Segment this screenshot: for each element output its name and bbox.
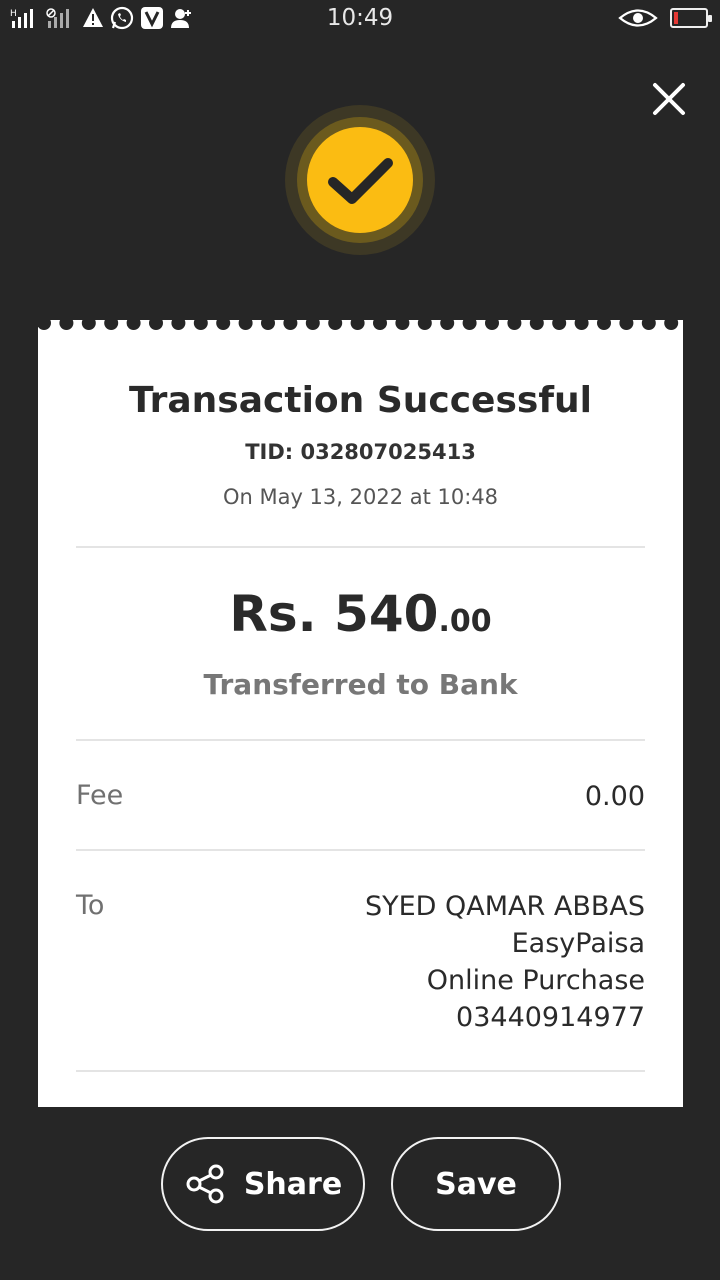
scallop-notch — [328, 320, 343, 330]
scallop-notch — [619, 320, 634, 330]
status-icons-right — [618, 7, 712, 29]
divider — [76, 1070, 645, 1072]
success-badge-core — [307, 127, 413, 233]
scallop-notch — [238, 320, 253, 330]
scallop-notch — [171, 320, 186, 330]
to-details: SYED QAMAR ABBAS EasyPaisa Online Purcha… — [365, 888, 645, 1036]
scallop-notch — [641, 320, 656, 330]
transaction-title: Transaction Successful — [129, 380, 592, 421]
divider — [76, 849, 645, 851]
success-badge — [285, 105, 435, 255]
checkmark-icon — [328, 158, 393, 204]
eye-icon — [618, 9, 658, 27]
scallop-notch — [395, 320, 410, 330]
scallop-notch — [350, 320, 365, 330]
status-time: 10:49 — [326, 5, 394, 31]
scallop-notch — [597, 320, 611, 330]
scallop-notch — [417, 320, 432, 330]
transaction-amount: Rs. 540.00 — [38, 585, 683, 643]
scallop-notch — [373, 320, 387, 330]
scallop-notch — [529, 320, 544, 330]
scallop-notch — [507, 320, 522, 330]
scallop-notch — [305, 320, 320, 330]
share-button[interactable]: Share — [161, 1137, 365, 1231]
battery-icon — [670, 8, 712, 28]
recipient-purpose: Online Purchase — [426, 965, 645, 996]
receipt-card: Transaction Successful TID: 032807025413… — [38, 320, 683, 1107]
save-label: Save — [435, 1166, 517, 1202]
close-button[interactable] — [648, 78, 690, 120]
to-label: To — [76, 890, 105, 921]
transfer-type: Transferred to Bank — [203, 668, 518, 701]
amount-decimal: .00 — [438, 604, 492, 639]
scallop-notch — [216, 320, 231, 330]
share-label: Share — [243, 1166, 343, 1202]
scallop-notch — [59, 320, 74, 330]
share-icon — [186, 1164, 224, 1204]
scallop-notch — [552, 320, 567, 330]
scallop-notch — [574, 320, 589, 330]
scallop-notch — [261, 320, 275, 330]
fee-label: Fee — [76, 780, 124, 811]
divider — [76, 739, 645, 741]
scallop-notch — [104, 320, 119, 330]
scallop-notch — [81, 320, 96, 330]
scallop-notch — [283, 320, 298, 330]
scallop-notch — [193, 320, 208, 330]
recipient-account: 03440914977 — [456, 1002, 645, 1033]
scallop-notch — [485, 320, 499, 330]
recipient-name: SYED QAMAR ABBAS — [364, 891, 645, 922]
scallop-notch — [440, 320, 455, 330]
close-icon — [653, 83, 685, 115]
recipient-bank: EasyPaisa — [511, 928, 645, 959]
scallop-notch — [149, 320, 163, 330]
scallop-notch — [38, 320, 51, 330]
status-bar: H 10:49 — [0, 0, 720, 38]
save-button[interactable]: Save — [391, 1137, 561, 1231]
receipt-scalloped-edge — [38, 320, 679, 330]
scallop-notch — [462, 320, 477, 330]
divider — [76, 546, 645, 548]
transaction-id: TID: 032807025413 — [245, 440, 476, 464]
scallop-notch — [664, 320, 679, 330]
amount-main: Rs. 540 — [229, 585, 439, 643]
fee-value: 0.00 — [584, 781, 645, 812]
scallop-notch — [126, 320, 141, 330]
battery-level — [674, 12, 678, 24]
transaction-datetime: On May 13, 2022 at 10:48 — [222, 485, 499, 509]
